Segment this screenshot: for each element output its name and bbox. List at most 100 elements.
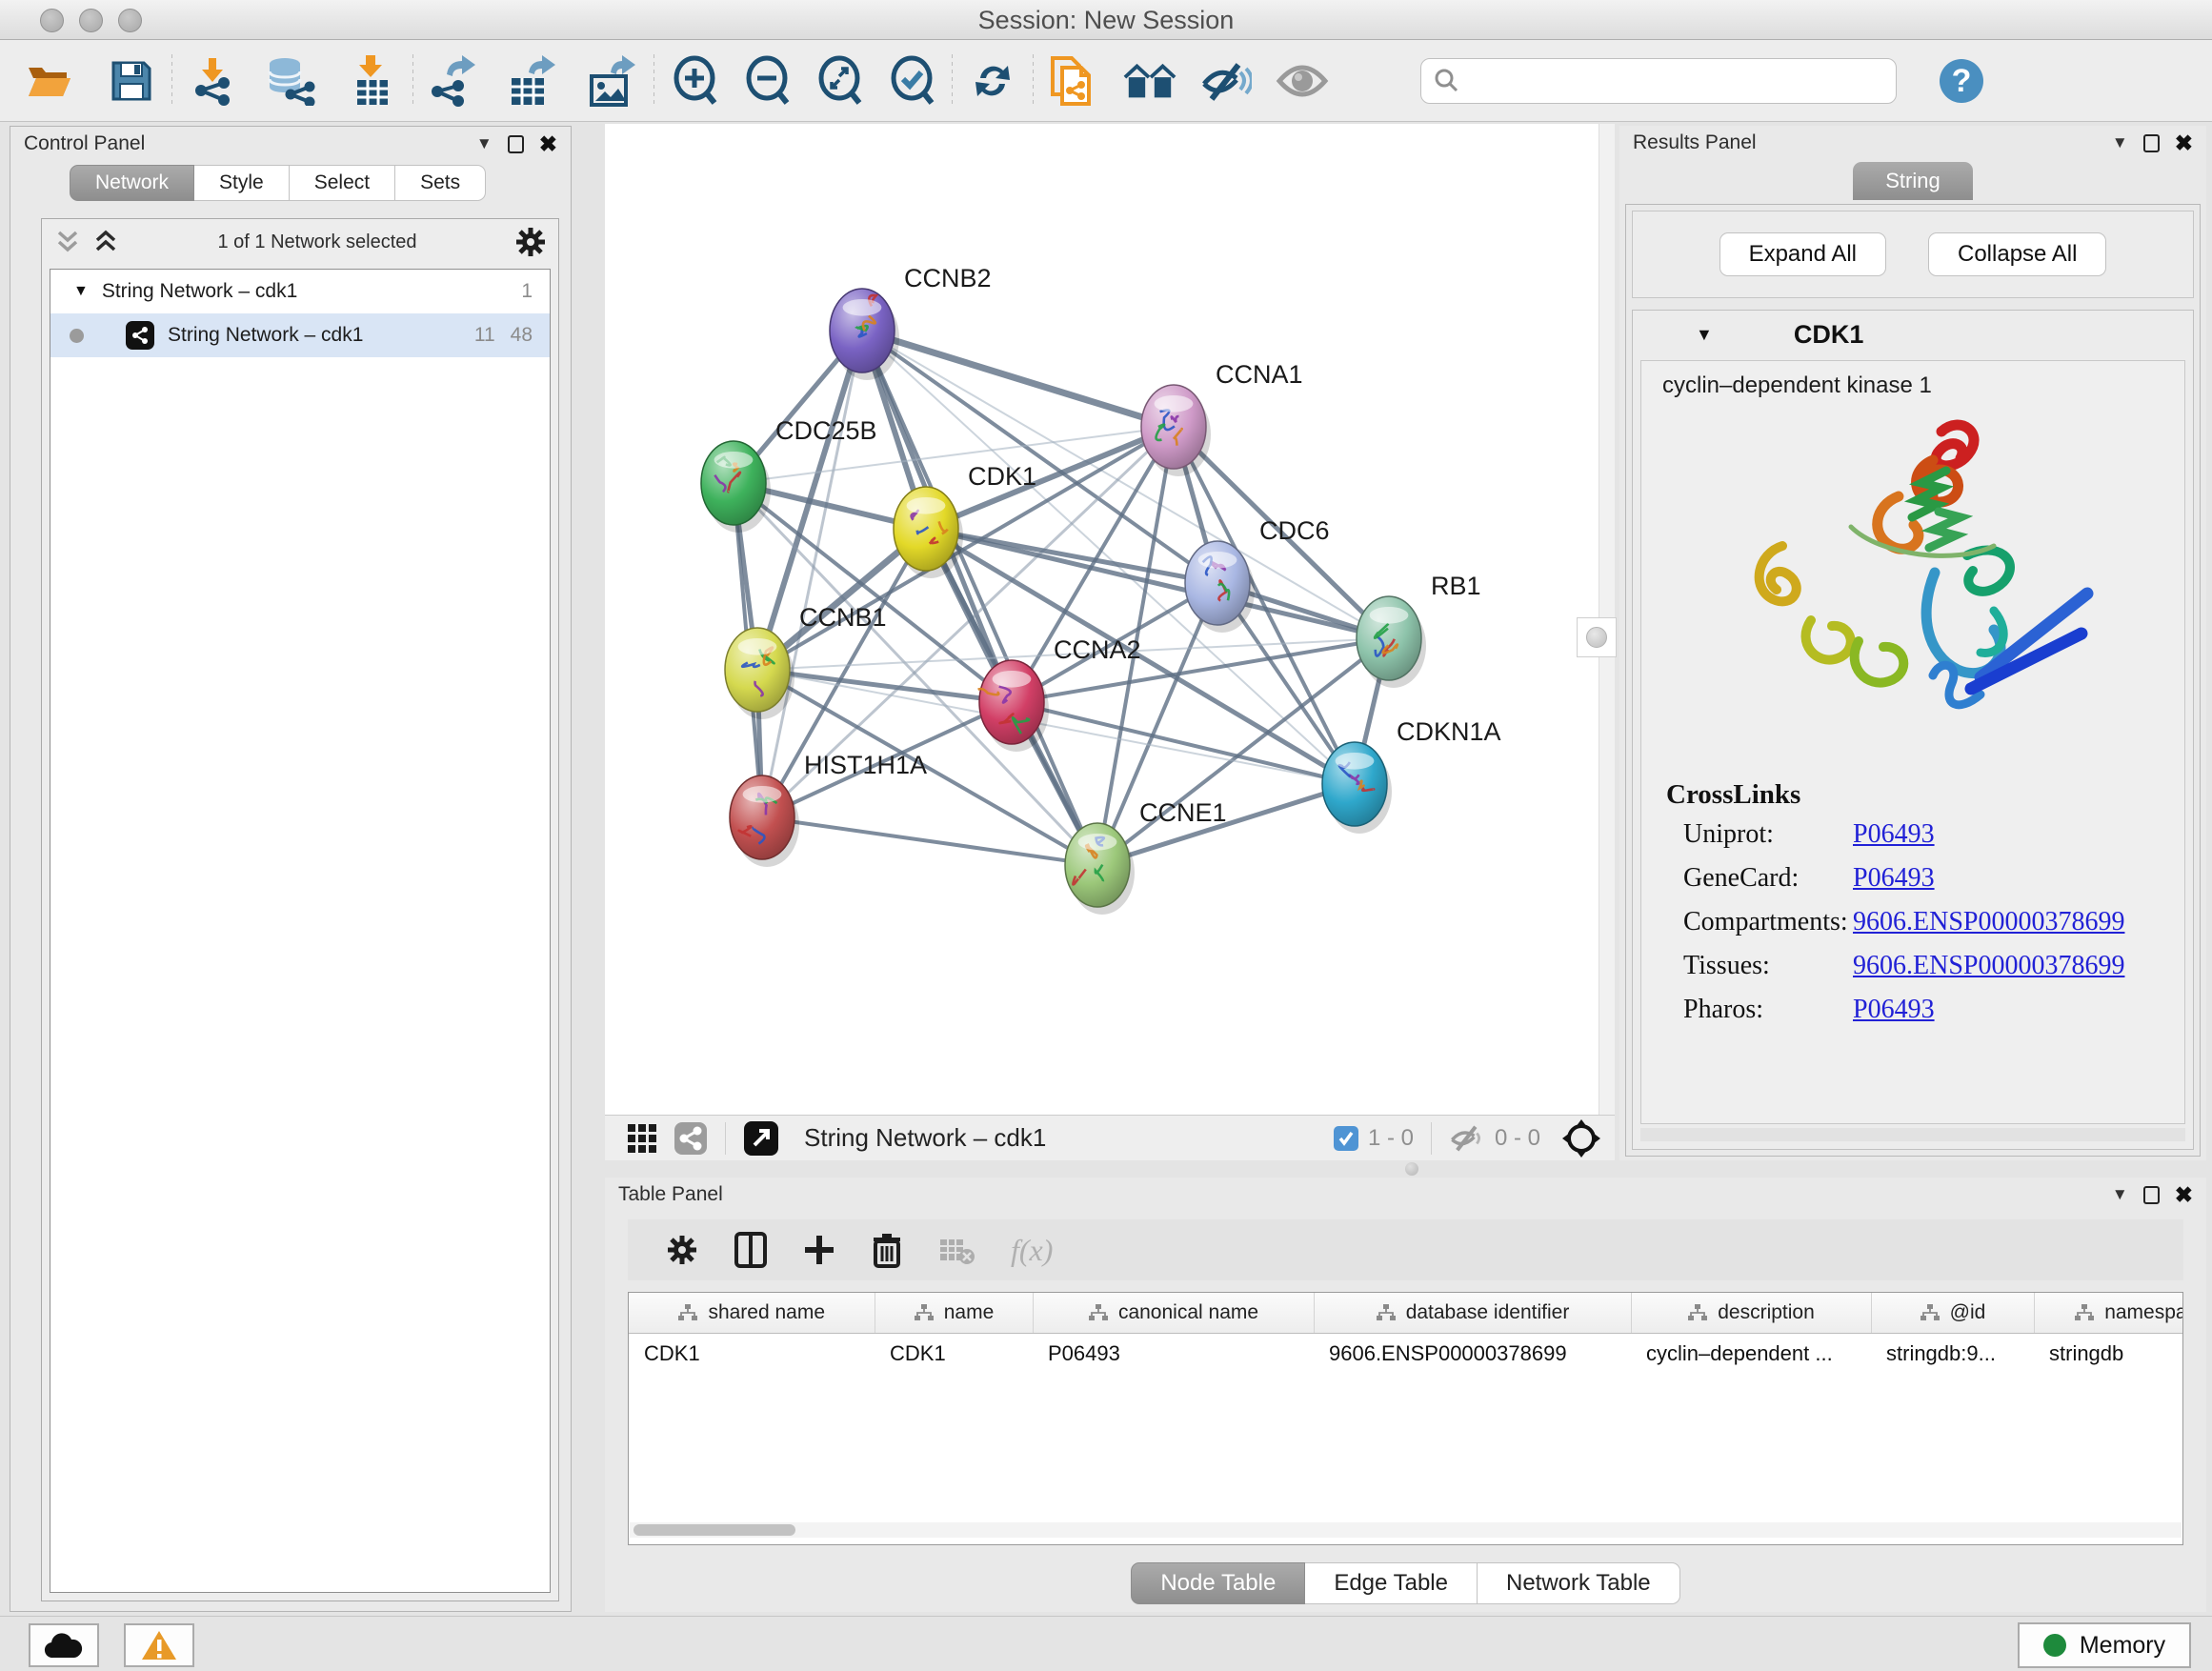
network-edge[interactable]: [862, 331, 1097, 865]
section-expander-icon[interactable]: ▼: [1696, 325, 1713, 345]
horizontal-splitter[interactable]: [605, 1160, 2206, 1178]
column-header-database-identifier[interactable]: database identifier: [1314, 1293, 1631, 1333]
panel-menu-caret-icon[interactable]: ▼: [476, 134, 493, 153]
window-title: Session: New Session: [0, 6, 2212, 35]
export-table-button[interactable]: [507, 51, 560, 111]
results-scrollbar[interactable]: [1640, 1128, 2185, 1141]
expand-all-button[interactable]: Expand All: [1719, 232, 1886, 276]
zoom-out-button[interactable]: [740, 51, 794, 111]
network-edge[interactable]: [926, 529, 1389, 638]
panel-float-icon[interactable]: [2143, 134, 2160, 152]
network-view-icon[interactable]: [674, 1121, 708, 1156]
string-results-container: Expand All Collapse All ▼ CDK1 cyclin–de…: [1625, 204, 2201, 1157]
delete-column-icon[interactable]: [872, 1232, 902, 1268]
table-cell[interactable]: P06493: [1033, 1333, 1314, 1375]
import-network-from-file-button[interactable]: [186, 51, 239, 111]
splitter-grip[interactable]: [1577, 617, 1617, 657]
table-hscrollbar[interactable]: [630, 1522, 2182, 1538]
crosslink-label: Uniprot:: [1641, 819, 1830, 850]
string-home-button[interactable]: [1123, 51, 1176, 111]
warning-icon: [140, 1629, 178, 1661]
collapse-all-button[interactable]: Collapse All: [1928, 232, 2106, 276]
expand-all-networks-icon[interactable]: [53, 230, 82, 254]
cloud-status-button[interactable]: [29, 1623, 99, 1667]
table-cell[interactable]: CDK1: [875, 1333, 1033, 1375]
network-edge[interactable]: [1012, 702, 1355, 784]
table-cell[interactable]: stringdb:9...: [1871, 1333, 2034, 1375]
tab-style[interactable]: Style: [194, 165, 290, 201]
table-options-gear-icon[interactable]: [666, 1234, 698, 1266]
column-header-name[interactable]: name: [875, 1293, 1033, 1333]
grid-view-icon[interactable]: [626, 1122, 658, 1155]
table-cell[interactable]: cyclin–dependent ...: [1631, 1333, 1871, 1375]
column-header-namespace[interactable]: namespace: [2034, 1293, 2183, 1333]
node-table[interactable]: shared namenamecanonical namedatabase id…: [628, 1292, 2183, 1545]
panel-float-icon[interactable]: [508, 135, 524, 153]
panel-close-icon[interactable]: ✖: [2175, 132, 2193, 154]
crosslink-label: Compartments:: [1641, 907, 1830, 937]
network-collection-row[interactable]: ▼ String Network – cdk1 1: [50, 270, 550, 313]
add-column-icon[interactable]: [803, 1234, 835, 1266]
show-glass-button[interactable]: [1276, 51, 1329, 111]
save-session-button[interactable]: [105, 51, 158, 111]
network-row[interactable]: String Network – cdk1 11 48: [50, 313, 550, 357]
network-edge[interactable]: [862, 331, 1389, 638]
warnings-button[interactable]: [124, 1623, 194, 1667]
collapse-all-networks-icon[interactable]: [91, 230, 120, 254]
scrollbar-thumb[interactable]: [633, 1524, 795, 1536]
panel-menu-caret-icon[interactable]: ▼: [2112, 1185, 2128, 1204]
hide-glass-button[interactable]: [1199, 51, 1253, 111]
column-header-description[interactable]: description: [1631, 1293, 1871, 1333]
tab-network-table[interactable]: Network Table: [1478, 1562, 1680, 1604]
node-section-header[interactable]: ▼ CDK1: [1633, 311, 2193, 358]
import-table-from-file-button[interactable]: [346, 51, 399, 111]
column-header-shared-name[interactable]: shared name: [629, 1293, 875, 1333]
tab-sets[interactable]: Sets: [395, 165, 486, 201]
import-network-from-database-button[interactable]: [264, 51, 317, 111]
tab-edge-table[interactable]: Edge Table: [1305, 1562, 1478, 1604]
export-image-button[interactable]: [587, 51, 640, 111]
column-header--id[interactable]: @id: [1871, 1293, 2034, 1333]
table-cell[interactable]: CDK1: [629, 1333, 875, 1375]
export-network-button[interactable]: [427, 51, 480, 111]
network-canvas[interactable]: CCNB2CCNA1CDC25BCDK1CDC6RB1CCNB1CCNA2CDK…: [605, 124, 1599, 1115]
crosslink-link[interactable]: P06493: [1853, 819, 1935, 850]
zoom-in-button[interactable]: [668, 51, 721, 111]
tab-string[interactable]: String: [1853, 162, 1972, 200]
crosslink-link[interactable]: P06493: [1853, 995, 1935, 1025]
crosslink-link[interactable]: 9606.ENSP00000378699: [1853, 951, 2124, 981]
zoom-selected-button[interactable]: [885, 51, 938, 111]
tab-select[interactable]: Select: [290, 165, 395, 201]
column-header-canonical-name[interactable]: canonical name: [1033, 1293, 1314, 1333]
panel-close-icon[interactable]: ✖: [2175, 1184, 2193, 1206]
network-options-gear-icon[interactable]: [514, 226, 547, 258]
memory-button[interactable]: Memory: [2018, 1622, 2191, 1668]
help-button[interactable]: ?: [1935, 51, 1988, 111]
open-session-button[interactable]: [23, 51, 76, 111]
string-import-button[interactable]: [1047, 51, 1100, 111]
crosslink-link[interactable]: 9606.ENSP00000378699: [1853, 907, 2124, 937]
table-cell[interactable]: 9606.ENSP00000378699: [1314, 1333, 1631, 1375]
search-input[interactable]: [1420, 58, 1897, 104]
detach-view-icon[interactable]: [743, 1120, 779, 1157]
table-row[interactable]: CDK1CDK1P064939606.ENSP00000378699cyclin…: [629, 1333, 2183, 1375]
panel-close-icon[interactable]: ✖: [539, 133, 557, 155]
birdseye-view-icon[interactable]: [1561, 1118, 1601, 1158]
table-cell[interactable]: stringdb: [2034, 1333, 2183, 1375]
network-edge[interactable]: [862, 331, 1174, 427]
tree-expander-icon[interactable]: ▼: [73, 283, 89, 300]
toolbar-separator: [1431, 1122, 1432, 1155]
panel-menu-caret-icon[interactable]: ▼: [2112, 133, 2128, 152]
network-edge[interactable]: [757, 670, 1012, 702]
fit-content-button[interactable]: [813, 51, 866, 111]
apply-layout-button[interactable]: [966, 51, 1019, 111]
crosslink-link[interactable]: P06493: [1853, 863, 1935, 894]
show-columns-icon[interactable]: [734, 1232, 767, 1268]
export-table-icon: [508, 55, 559, 107]
network-graph[interactable]: CCNB2CCNA1CDC25BCDK1CDC6RB1CCNB1CCNA2CDK…: [605, 124, 1599, 1115]
selected-checkbox-icon[interactable]: [1334, 1126, 1358, 1151]
panel-float-icon[interactable]: [2143, 1186, 2160, 1204]
tab-network[interactable]: Network: [70, 165, 194, 201]
tab-node-table[interactable]: Node Table: [1131, 1562, 1305, 1604]
network-edge[interactable]: [762, 817, 1097, 865]
